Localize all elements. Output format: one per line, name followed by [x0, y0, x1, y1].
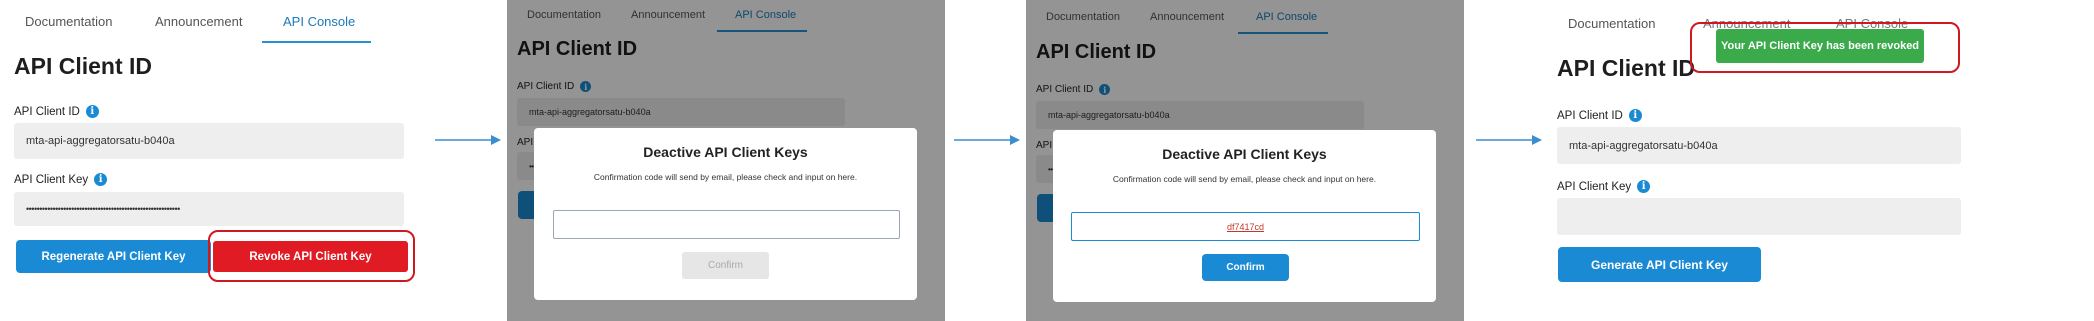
info-icon[interactable]: i — [1637, 180, 1651, 193]
panel-step-4: Documentation Announcement API Console A… — [1546, 0, 1971, 321]
modal-message: Confirmation code will send by email, pl… — [593, 172, 858, 182]
deactivate-modal: Deactive API Client Keys Confirmation co… — [1053, 130, 1436, 302]
client-id-label-text: API Client ID — [1557, 109, 1623, 122]
page-title: API Client ID — [14, 53, 153, 79]
client-id-field: mta-api-aggregatorsatu-b040a — [1557, 127, 1961, 164]
client-id-label: API Client ID i — [14, 105, 99, 118]
panel-step-1: Documentation Announcement API Console A… — [0, 0, 425, 321]
revoke-key-button[interactable]: Revoke API Client Key — [213, 241, 408, 272]
info-icon[interactable]: i — [85, 105, 99, 118]
success-toast: Your API Client Key has been revoked — [1716, 29, 1924, 63]
generate-key-button[interactable]: Generate API Client Key — [1558, 247, 1761, 282]
client-id-field: mta-api-aggregatorsatu-b040a — [14, 123, 404, 159]
panel-step-2: Documentation Announcement API Console A… — [507, 0, 945, 321]
tab-announcement[interactable]: Announcement — [155, 14, 242, 29]
modal-title: Deactive API Client Keys — [1162, 146, 1327, 162]
client-id-label-text: API Client ID — [14, 105, 80, 118]
tab-active-underline — [262, 41, 371, 43]
arrow-right-icon — [954, 135, 1020, 145]
tab-api-console[interactable]: API Console — [283, 14, 355, 29]
confirmation-code-input[interactable] — [553, 210, 900, 239]
client-key-label: API Client Key i — [14, 173, 108, 186]
confirm-button[interactable]: Confirm — [682, 252, 769, 279]
info-icon[interactable]: i — [1628, 109, 1642, 122]
arrow-right-icon — [435, 135, 501, 145]
tab-documentation[interactable]: Documentation — [1568, 16, 1655, 31]
confirmation-code-input[interactable]: df7417cd — [1071, 212, 1420, 241]
client-key-field: ••••••••••••••••••••••••••••••••••••••••… — [14, 192, 404, 226]
client-key-label-text: API Client Key — [1557, 180, 1632, 193]
page-title: API Client ID — [1557, 55, 1696, 81]
info-icon[interactable]: i — [94, 173, 108, 186]
tab-documentation[interactable]: Documentation — [25, 14, 112, 29]
regenerate-key-button[interactable]: Regenerate API Client Key — [16, 240, 211, 273]
deactivate-modal: Deactive API Client Keys Confirmation co… — [534, 128, 917, 300]
client-key-label: API Client Key i — [1557, 180, 1651, 193]
arrow-right-icon — [1476, 135, 1542, 145]
panel-step-3: Documentation Announcement API Console A… — [1026, 0, 1464, 321]
confirm-button[interactable]: Confirm — [1202, 254, 1289, 281]
client-key-field — [1557, 198, 1961, 235]
modal-title: Deactive API Client Keys — [643, 144, 808, 160]
client-id-label: API Client ID i — [1557, 109, 1642, 122]
client-key-label-text: API Client Key — [14, 173, 89, 186]
modal-message: Confirmation code will send by email, pl… — [1112, 174, 1377, 184]
